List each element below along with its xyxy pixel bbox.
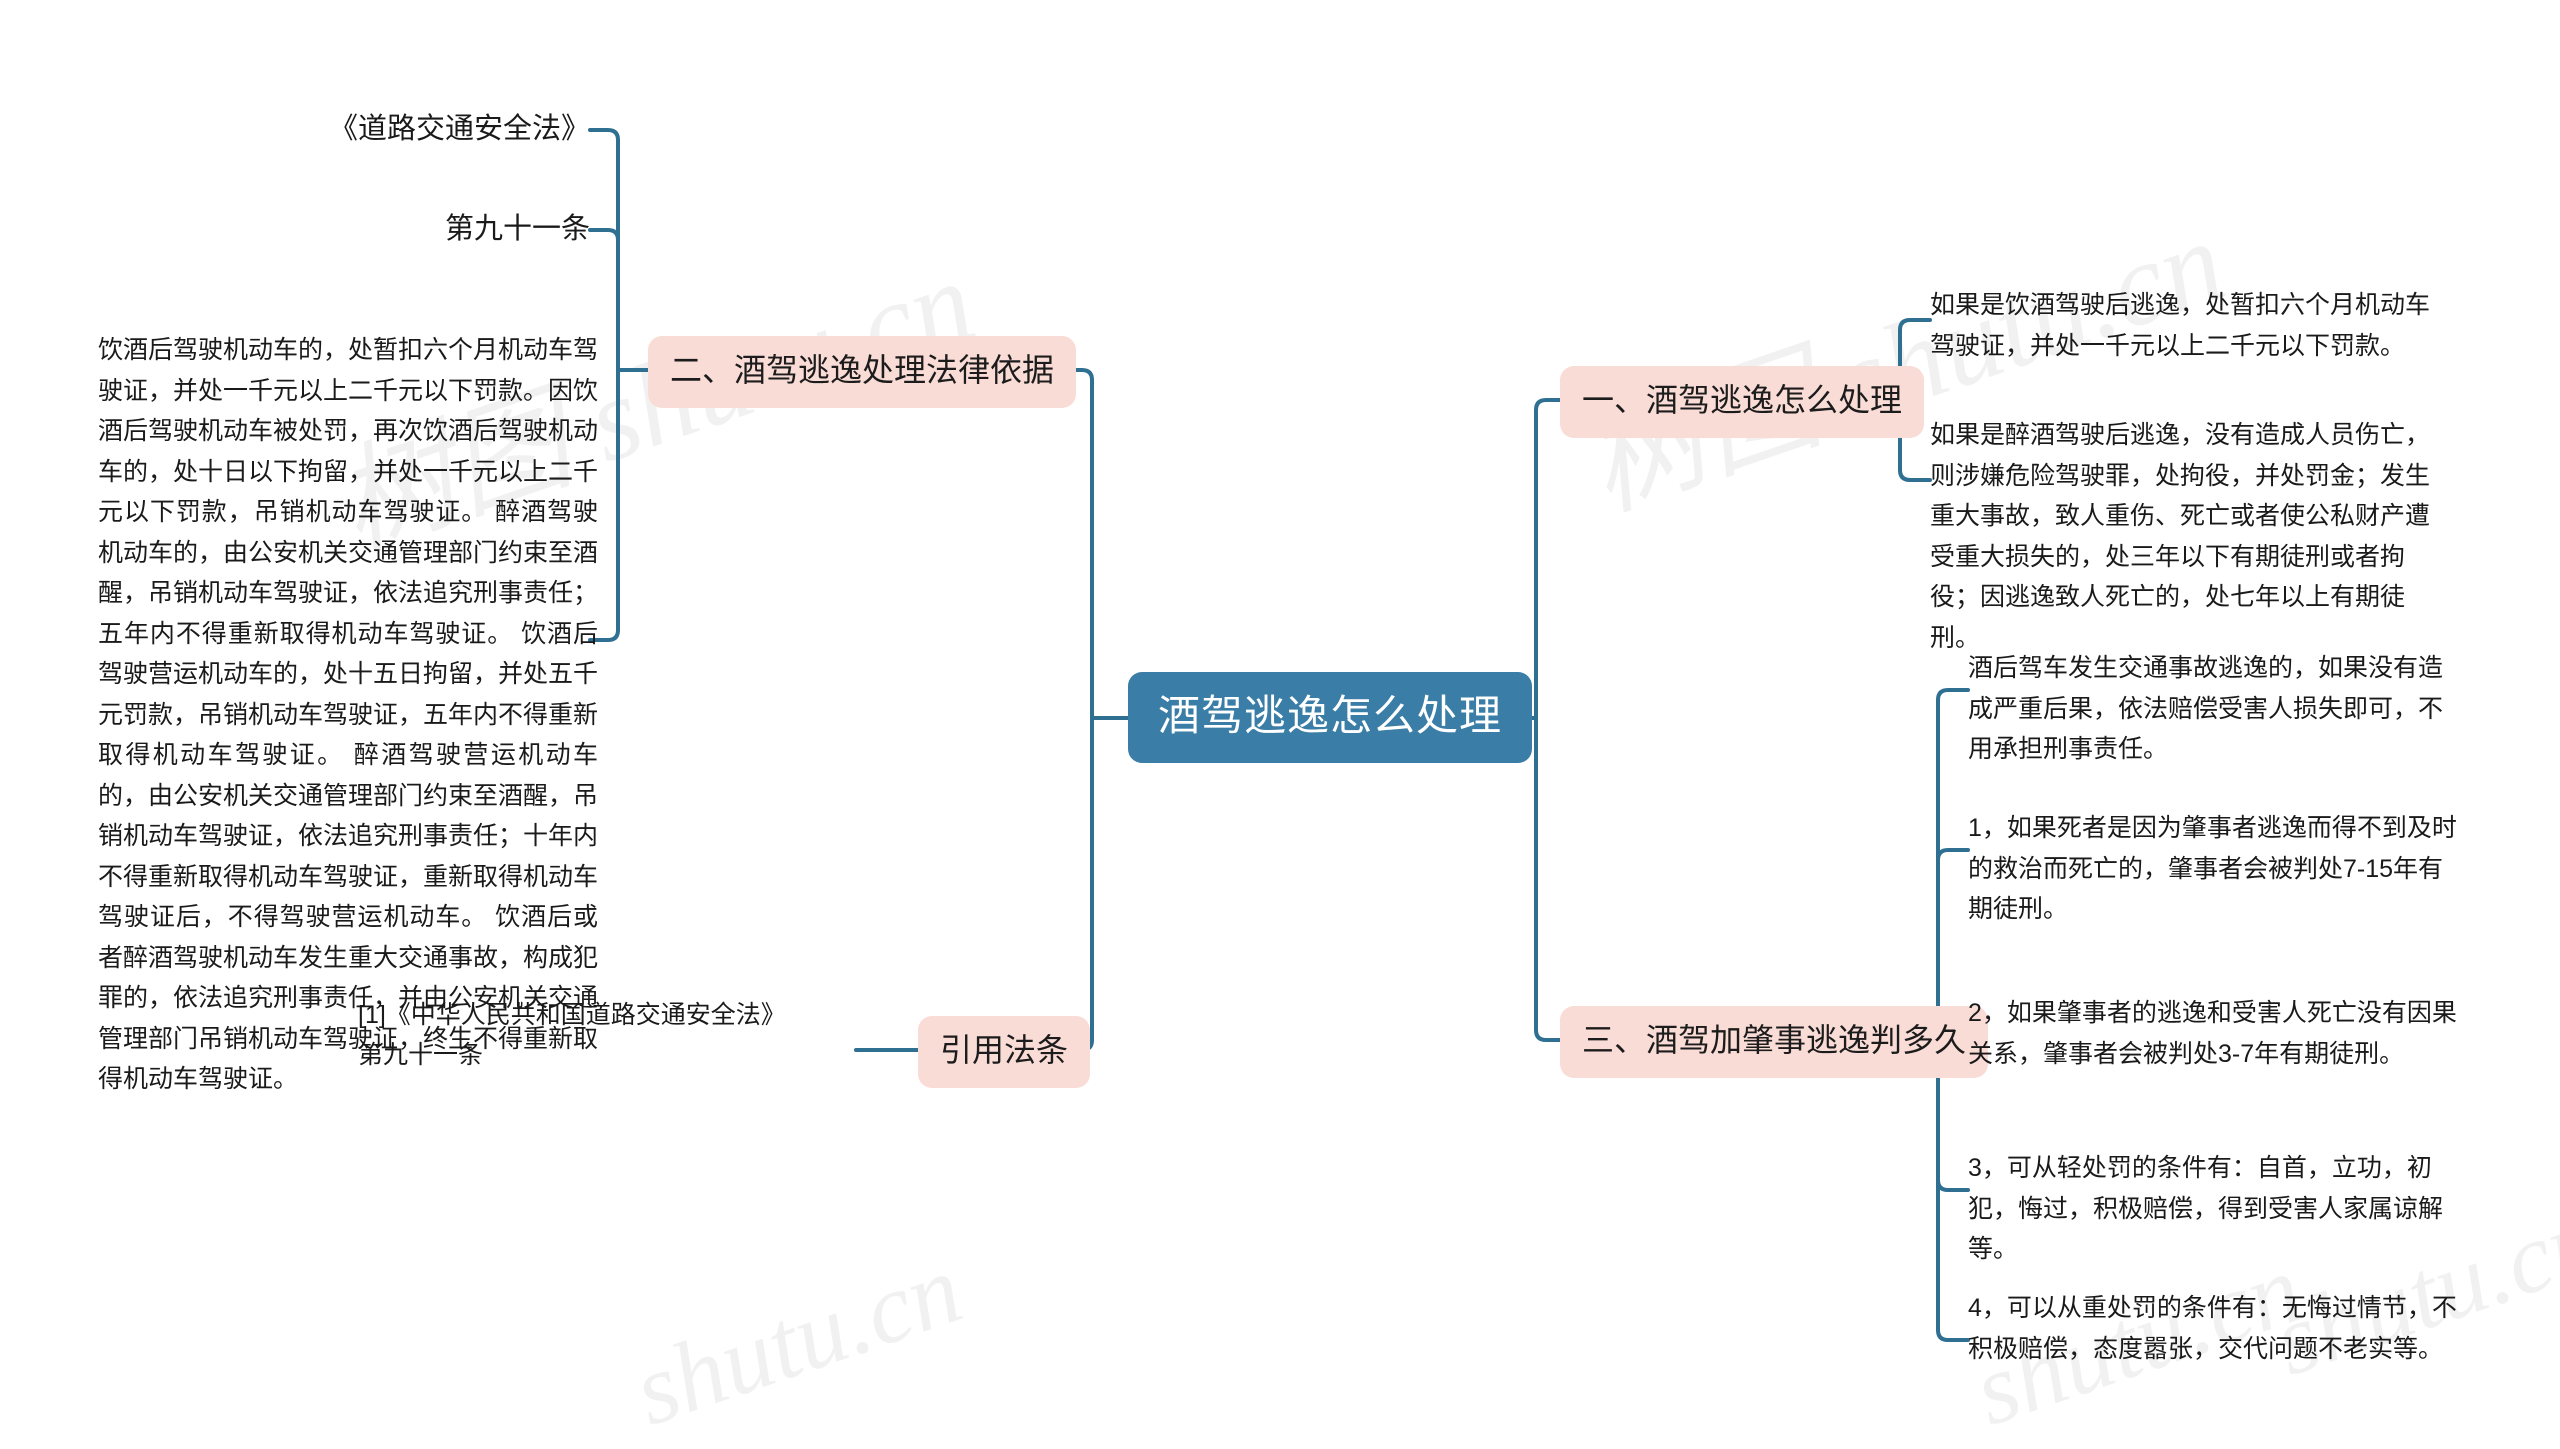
branch-right-3-label: 三、酒驾加肇事逃逸判多久 [1582, 1022, 1967, 1058]
sub-node-law-title: 《道路交通安全法》 [328, 113, 590, 145]
leaf-right-3-2: 2，如果肇事者的逃逸和受害人死亡没有因果关系，肇事者会被判处3-7年有期徒刑。 [1968, 999, 2457, 1068]
leaf-right-3-1: 1，如果死者是因为肇事者逃逸而得不到及时的救治而死亡的，肇事者会被判处7-15年… [1968, 814, 2457, 923]
leaf-right-1-0: 如果是饮酒驾驶后逃逸，处暂扣六个月机动车驾驶证，并处一千元以上二千元以下罚款。 [1930, 291, 2431, 360]
leaf-right-3-3: 3，可从轻处罚的条件有：自首，立功，初犯，悔过，积极赔偿，得到受害人家属谅解等。 [1968, 1154, 2444, 1263]
sub-node-article: 第九十一条 [444, 213, 590, 245]
leaf-right-1-1: 如果是醉酒驾驶后逃逸，没有造成人员伤亡，则涉嫌危险驾驶罪，处拘役，并处罚金；发生… [1930, 421, 2431, 652]
leaf-left-2-body: 饮酒后驾驶机动车的，处暂扣六个月机动车驾驶证，并处一千元以上二千元以下罚款。因饮… [98, 336, 599, 1093]
watermark: shutu.cn [620, 1232, 975, 1447]
branch-node-left-2[interactable]: 二、酒驾逃逸处理法律依据 [648, 336, 1077, 408]
branch-node-cite[interactable]: 引用法条 [918, 1016, 1091, 1088]
root-node[interactable]: 酒驾逃逸怎么处理 [1128, 672, 1533, 763]
leaf-right-3-0: 酒后驾车发生交通事故逃逸的，如果没有造成严重后果，依法赔偿受害人损失即可，不用承… [1968, 654, 2444, 763]
cite-label: 引用法条 [940, 1032, 1069, 1068]
cite-body: [1]《中华人民共和国道路交通安全法》 第九十一条 [358, 1001, 786, 1069]
leaf-right-3-4: 4，可以从重处罚的条件有：无悔过情节，不积极赔偿，态度嚣张，交代问题不老实等。 [1968, 1294, 2457, 1363]
branch-node-right-1[interactable]: 一、酒驾逃逸怎么处理 [1560, 366, 1925, 438]
root-label: 酒驾逃逸怎么处理 [1158, 692, 1503, 739]
mindmap-canvas: 树图 shutu.cn 树图 shutu.cn shutu.cn shutu.c… [0, 0, 2560, 1447]
branch-node-right-3[interactable]: 三、酒驾加肇事逃逸判多久 [1560, 1006, 1989, 1078]
branch-right-1-label: 一、酒驾逃逸怎么处理 [1582, 382, 1903, 418]
branch-left-2-label: 二、酒驾逃逸处理法律依据 [670, 352, 1055, 388]
